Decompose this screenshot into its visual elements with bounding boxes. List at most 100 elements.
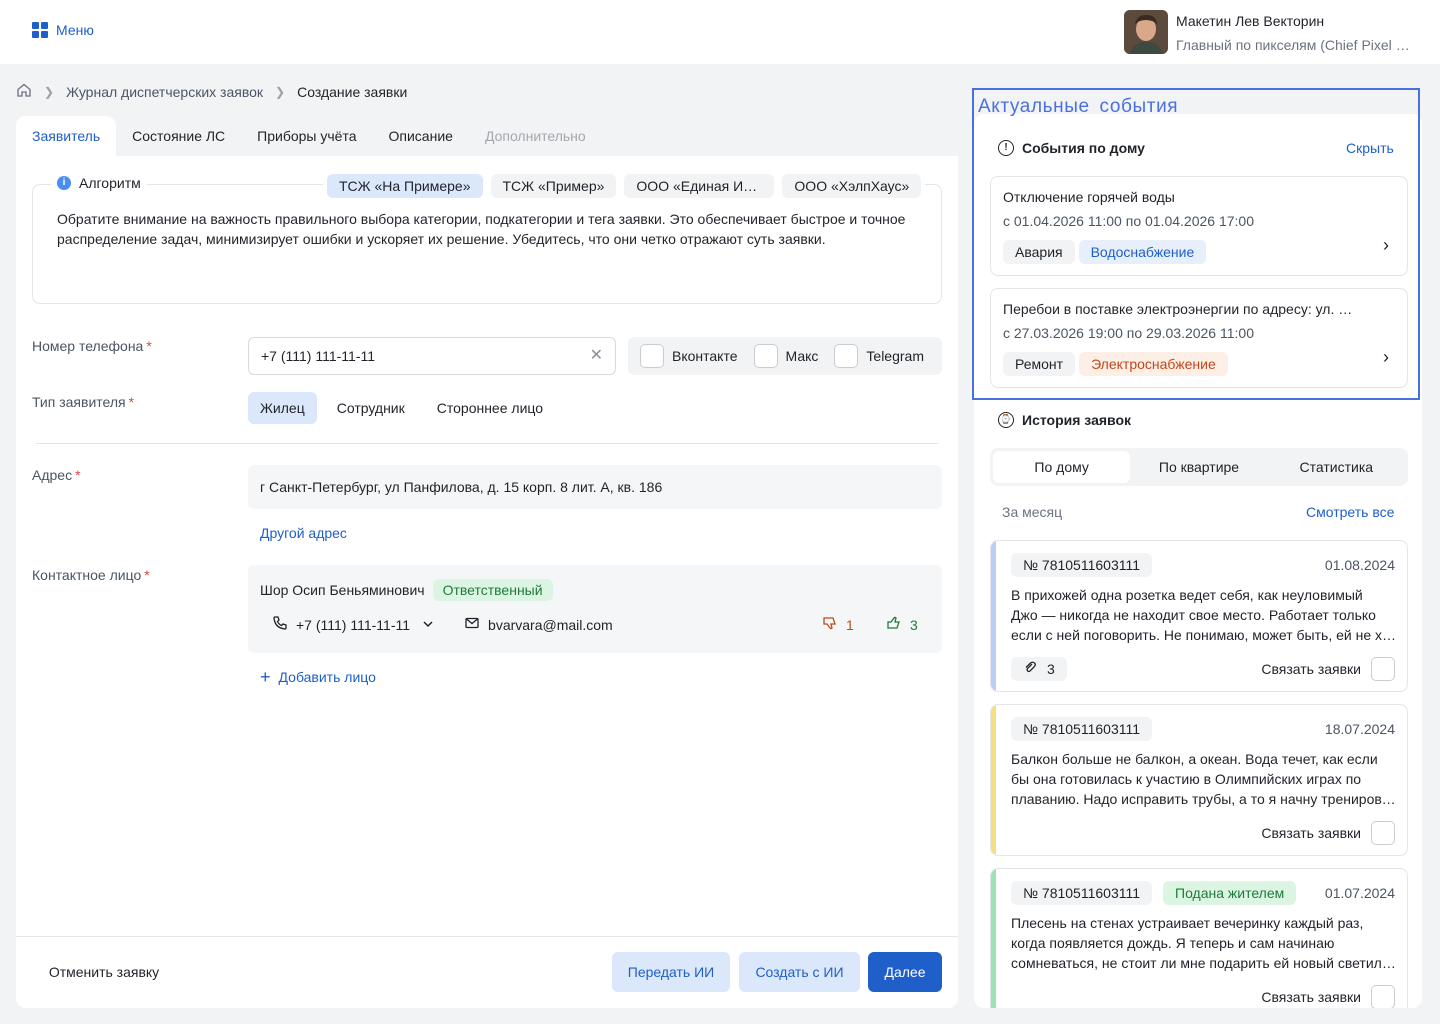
event-date: с 27.03.2026 19:00 по 29.03.2026 11:00	[1003, 325, 1254, 341]
history-tab-house[interactable]: По дому	[993, 451, 1131, 483]
top-bar: Меню Макетин Лев Векторин Главный по пик…	[0, 0, 1440, 64]
request-date: 18.07.2024	[1324, 721, 1395, 737]
checkbox-vkontakte[interactable]: Вконтакте	[640, 344, 738, 368]
event-title: Отключение горячей воды	[1003, 189, 1175, 205]
applicant-type-employee[interactable]: Сотрудник	[325, 392, 417, 424]
messenger-checkboxes: Вконтакте Макс Telegram	[628, 337, 942, 375]
applicant-type-third-party[interactable]: Стороннее лицо	[425, 392, 555, 424]
event-tag: Водоснабжение	[1078, 240, 1207, 264]
side-panel: Актуальные события ! События по дому Скр…	[972, 88, 1422, 1008]
address-label: Адрес *	[32, 467, 81, 483]
attachments-badge[interactable]: 3	[1011, 657, 1067, 681]
request-number: № 7810511603111	[1011, 881, 1153, 905]
tab-account-state[interactable]: Состояние ЛС	[116, 116, 241, 156]
event-date: с 01.04.2026 11:00 по 01.04.2026 17:00	[1003, 213, 1254, 229]
like-counter[interactable]: 3	[886, 615, 918, 634]
tab-meters[interactable]: Приборы учёта	[241, 116, 372, 156]
event-card[interactable]: Отключение горячей воды с 01.04.2026 11:…	[990, 176, 1408, 276]
avatar	[1124, 10, 1168, 54]
clear-icon[interactable]: ✕	[590, 338, 603, 374]
phone-input[interactable]: +7 (111) 111-11-11 ✕	[248, 337, 616, 375]
cancel-request-button[interactable]: Отменить заявку	[32, 952, 176, 992]
event-card[interactable]: Перебои в поставке электроэнергии по адр…	[990, 288, 1408, 388]
menu-button[interactable]: Меню	[32, 22, 94, 38]
link-request-checkbox[interactable]: Связать заявки	[1261, 985, 1395, 1008]
event-tag: Электроснабжение	[1079, 352, 1228, 376]
link-request-checkbox[interactable]: Связать заявки	[1261, 821, 1395, 845]
applicant-type-resident[interactable]: Жилец	[248, 392, 317, 424]
link-request-checkbox[interactable]: Связать заявки	[1261, 657, 1395, 681]
history-tab-apartment[interactable]: По квартире	[1130, 451, 1267, 483]
home-icon[interactable]	[16, 82, 32, 101]
request-form: Заявитель Состояние ЛС Приборы учёта Опи…	[16, 116, 958, 1008]
breadcrumb-item-journal[interactable]: Журнал диспетчерских заявок	[66, 84, 263, 100]
grid-menu-icon	[32, 22, 48, 38]
contact-name: Шор Осип Беньяминович	[260, 582, 425, 598]
alert-circle-icon: !	[998, 140, 1014, 156]
phone-label: Номер телефона *	[32, 338, 152, 354]
hide-events-link[interactable]: Скрыть	[1346, 140, 1394, 156]
algorithm-text: Обратите внимание на важность правильног…	[57, 211, 906, 247]
submitted-by-resident-badge: Подана жителем	[1163, 881, 1297, 905]
request-number: № 7810511603111	[1011, 553, 1153, 577]
current-events-title: Актуальные события	[978, 96, 1179, 117]
responsible-badge: Ответственный	[432, 579, 553, 601]
tab-description[interactable]: Описание	[373, 116, 469, 156]
org-chips: ТСЖ «На Примере» ТСЖ «Пример» ООО «Едина…	[323, 174, 926, 198]
divider	[36, 443, 938, 444]
event-title: Перебои в поставке электроэнергии по адр…	[1003, 301, 1353, 317]
form-tabs: Заявитель Состояние ЛС Приборы учёта Опи…	[16, 116, 958, 156]
period-label: За месяц	[1002, 504, 1063, 520]
history-tab-statistics[interactable]: Статистика	[1268, 451, 1405, 483]
history-header: ⌚ История заявок	[998, 412, 1131, 428]
status-stripe	[991, 869, 996, 1008]
org-chip[interactable]: ООО «ХэлпХаус»	[782, 174, 922, 198]
org-chip[interactable]: ООО «Единая Информационная Служба»	[624, 174, 775, 198]
thumbs-up-icon	[886, 615, 902, 634]
history-card[interactable]: № 7810511603111 Подана жителем 01.07.202…	[990, 868, 1408, 1008]
chevron-right-icon: ❯	[44, 84, 55, 99]
see-all-link[interactable]: Смотреть все	[1306, 504, 1394, 520]
contact-card: Шор Осип Беньяминович Ответственный +7 (…	[248, 565, 942, 653]
breadcrumb-item-current: Создание заявки	[297, 83, 408, 100]
history-card[interactable]: № 7810511603111 18.07.2024 Балкон больше…	[990, 704, 1408, 856]
send-to-ai-button[interactable]: Передать ИИ	[612, 952, 730, 992]
other-address-link[interactable]: Другой адрес	[260, 525, 347, 541]
address-field[interactable]: г Санкт-Петербург, ул Панфилова, д. 15 к…	[248, 465, 942, 509]
checkbox-max[interactable]: Макс	[753, 344, 818, 368]
org-chip[interactable]: ТСЖ «Пример»	[490, 174, 617, 198]
info-icon: i	[57, 176, 71, 190]
thumbs-down-icon	[822, 615, 838, 634]
clock-icon: ⌚	[998, 412, 1014, 428]
create-with-ai-button[interactable]: Создать с ИИ	[739, 952, 860, 992]
request-text: Балкон больше не балкон, а океан. Вода т…	[1011, 751, 1399, 807]
request-text: Плесень на стенах устраивает вечеринку к…	[1011, 915, 1399, 971]
history-tabs: По дому По квартире Статистика	[990, 448, 1408, 486]
algorithm-panel: i Алгоритм ТСЖ «На Примере» ТСЖ «Пример»…	[32, 174, 942, 304]
contact-phone[interactable]: +7 (111) 111-11-11	[296, 617, 410, 633]
request-number: № 7810511603111	[1011, 717, 1153, 741]
breadcrumb: ❯ Журнал диспетчерских заявок ❯ Создание…	[16, 82, 407, 101]
history-card[interactable]: № 7810511603111 01.08.2024 В прихожей од…	[990, 540, 1408, 692]
applicant-type-switch: Жилец Сотрудник Стороннее лицо	[248, 392, 563, 424]
menu-label: Меню	[56, 22, 94, 38]
contact-email[interactable]: bvarvara@mail.com	[488, 617, 613, 633]
chevron-right-icon: ❯	[275, 84, 286, 99]
add-contact-button[interactable]: + Добавить лицо	[260, 667, 376, 687]
plus-icon: +	[260, 667, 271, 687]
request-date: 01.08.2024	[1324, 557, 1395, 573]
event-tag: Ремонт	[1003, 352, 1076, 376]
tab-applicant[interactable]: Заявитель	[16, 116, 117, 156]
checkbox-telegram[interactable]: Telegram	[834, 344, 924, 368]
org-chip[interactable]: ТСЖ «На Примере»	[327, 174, 483, 198]
user-profile[interactable]: Макетин Лев Векторин Главный по пикселям…	[1124, 10, 1420, 54]
user-name: Макетин Лев Векторин	[1176, 13, 1325, 29]
status-stripe	[991, 705, 996, 855]
chevron-right-icon: ›	[1383, 235, 1389, 255]
dislike-counter[interactable]: 1	[822, 615, 854, 634]
next-button[interactable]: Далее	[868, 952, 942, 992]
user-role: Главный по пикселям (Chief Pixel Officer…	[1176, 37, 1420, 53]
chevron-down-icon[interactable]	[422, 617, 434, 633]
mail-icon	[464, 615, 480, 634]
contact-label: Контактное лицо *	[32, 567, 150, 583]
